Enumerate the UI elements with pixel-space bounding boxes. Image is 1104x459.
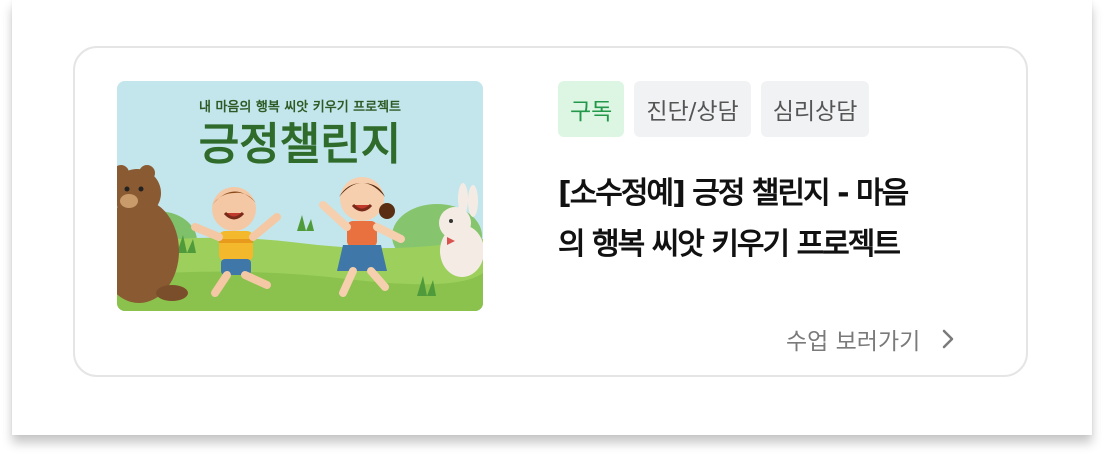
tag-list: 구독 진단/상담 심리상담 [558,81,870,137]
thumbnail-caption: 내 마음의 행복 씨앗 키우기 프로젝트 [199,99,401,115]
course-title-line-1: [소수정예] 긍정 챌린지 - 마음 [558,176,909,211]
tag-diagnosis-counseling: 진단/상담 [634,81,751,137]
tag-psychological-counseling: 심리상담 [760,81,870,137]
thumbnail-title: 긍정챌린지 [199,119,401,170]
course-title-line-2: 의 행복 씨앗 키우기 프로젝트 [558,227,901,262]
chevron-right-icon [942,329,954,349]
course-title[interactable]: [소수정예] 긍정 챌린지 - 마음 의 행복 씨앗 키우기 프로젝트 [558,168,978,270]
tag-subscribe: 구독 [558,81,625,137]
view-class-label: 수업 보러가기 [786,329,921,355]
course-thumbnail[interactable]: 내 마음의 행복 씨앗 키우기 프로젝트 긍정챌린지 [117,81,483,311]
view-class-link[interactable]: 수업 보러가기 [786,322,954,356]
